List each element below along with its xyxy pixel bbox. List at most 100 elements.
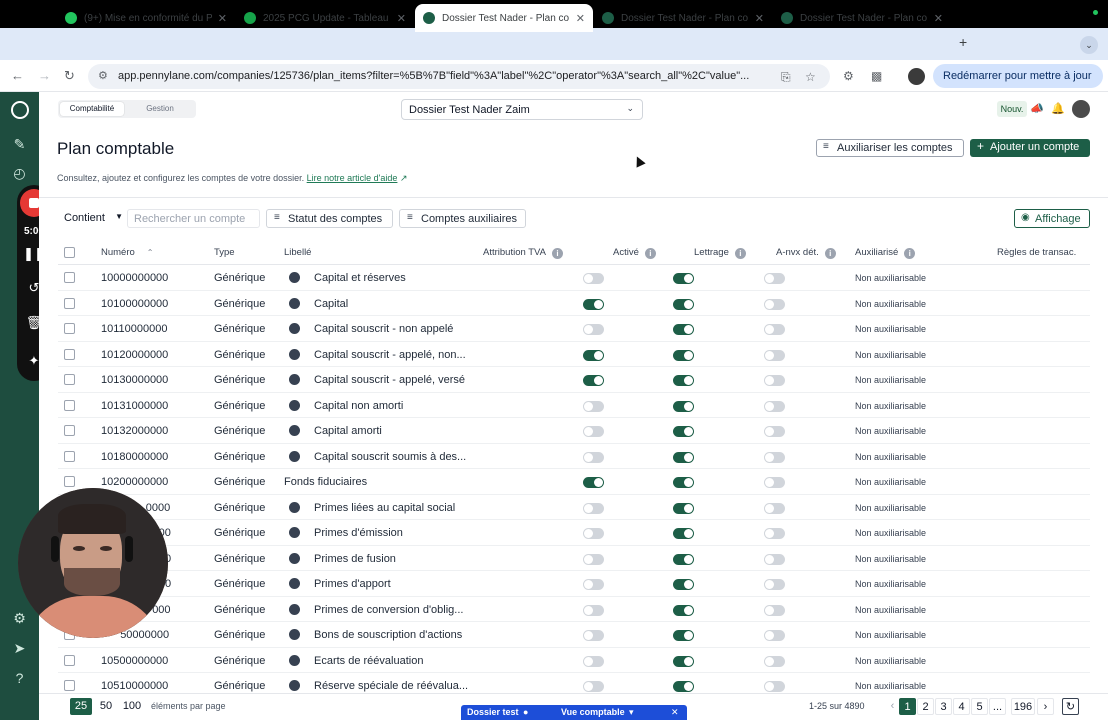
- pennylane-logo-icon[interactable]: [11, 101, 29, 119]
- lettrage-toggle[interactable]: [673, 349, 694, 361]
- page-button[interactable]: 2: [917, 698, 934, 715]
- install-app-icon[interactable]: ⎘: [781, 70, 791, 85]
- active-toggle[interactable]: [583, 375, 604, 386]
- account-status-filter[interactable]: ≡ Statut des comptes: [266, 209, 393, 228]
- clock-icon[interactable]: ◴: [0, 165, 39, 182]
- page-button[interactable]: 4: [953, 698, 970, 715]
- browser-tab[interactable]: (9+) Mise en conformité du P ✕: [57, 4, 235, 32]
- lettrage-toggle[interactable]: [673, 528, 694, 539]
- lettrage-toggle[interactable]: [673, 477, 694, 488]
- bell-icon[interactable]: 🔔: [1051, 102, 1065, 115]
- refresh-icon[interactable]: ↻: [1062, 698, 1079, 715]
- lettrage-toggle[interactable]: [673, 579, 694, 590]
- reload-icon[interactable]: ↻: [64, 68, 75, 84]
- close-icon[interactable]: ✕: [671, 707, 679, 718]
- info-icon[interactable]: i: [644, 248, 656, 259]
- rocket-icon[interactable]: ➤: [0, 640, 39, 657]
- puzzle-icon[interactable]: ▩: [871, 69, 882, 83]
- info-icon[interactable]: i: [824, 248, 836, 259]
- table-row[interactable]: 50000000GénériqueBons de souscription d'…: [58, 622, 1090, 648]
- row-checkbox[interactable]: [64, 450, 75, 462]
- page-size-option[interactable]: 100: [119, 698, 145, 715]
- lettrage-toggle[interactable]: [673, 324, 694, 335]
- active-toggle[interactable]: [583, 273, 604, 284]
- lettrage-toggle[interactable]: [673, 451, 694, 463]
- help-icon[interactable]: ?: [0, 670, 39, 686]
- search-input[interactable]: Rechercher un compte: [127, 209, 260, 228]
- anvx-toggle[interactable]: [764, 324, 785, 335]
- anvx-toggle[interactable]: [764, 681, 785, 692]
- row-checkbox[interactable]: [64, 425, 75, 436]
- table-row[interactable]: 0000GénériquePrimes liées au capital soc…: [58, 495, 1090, 520]
- lettrage-toggle[interactable]: [673, 655, 694, 667]
- dossier-selector[interactable]: Dossier Test Nader Zaim ⌄: [401, 99, 643, 120]
- tab-gestion[interactable]: Gestion: [138, 102, 182, 116]
- lettrage-toggle[interactable]: [673, 553, 694, 565]
- auxiliary-accounts-filter[interactable]: ≡ Comptes auxiliaires: [399, 209, 526, 228]
- row-checkbox[interactable]: [64, 476, 75, 487]
- new-features-badge[interactable]: Nouv.: [997, 101, 1027, 117]
- back-arrow-icon[interactable]: ←: [11, 68, 24, 83]
- lettrage-toggle[interactable]: [673, 604, 694, 616]
- anvx-toggle[interactable]: [764, 477, 785, 488]
- bookmark-star-icon[interactable]: ☆: [805, 70, 816, 84]
- active-toggle[interactable]: [583, 604, 604, 616]
- close-tab-icon[interactable]: ✕: [218, 12, 227, 25]
- active-toggle[interactable]: [583, 477, 604, 488]
- page-button[interactable]: 1: [899, 698, 916, 715]
- close-tab-icon[interactable]: ✕: [576, 12, 585, 25]
- forward-arrow-icon[interactable]: →: [38, 68, 51, 83]
- row-checkbox[interactable]: [64, 374, 75, 385]
- anvx-toggle[interactable]: [764, 579, 785, 590]
- active-toggle[interactable]: [583, 349, 604, 361]
- active-toggle[interactable]: [583, 451, 604, 463]
- browser-tab[interactable]: Dossier Test Nader - Plan co ✕: [773, 4, 951, 32]
- browser-tab[interactable]: 2025 PCG Update - Tableau d ✕: [236, 4, 414, 32]
- active-toggle[interactable]: [583, 502, 604, 514]
- browser-tab[interactable]: Dossier Test Nader - Plan co ✕: [415, 4, 593, 32]
- page-button[interactable]: 3: [935, 698, 952, 715]
- active-toggle[interactable]: [583, 655, 604, 667]
- active-toggle[interactable]: [583, 426, 604, 437]
- table-row[interactable]: 10131000000 Générique Capital non amorti No…: [58, 393, 1090, 418]
- page-button[interactable]: ...: [989, 698, 1006, 715]
- megaphone-icon[interactable]: 📣: [1030, 102, 1044, 115]
- close-tab-icon[interactable]: ✕: [934, 12, 943, 25]
- table-row[interactable]: 000GénériquePrimes de conversion d'oblig…: [58, 597, 1090, 622]
- table-row[interactable]: 00GénériquePrimes d'émissionNon auxiliar…: [58, 520, 1090, 546]
- table-row[interactable]: 10100000000 Générique Capital Non auxiliari…: [58, 291, 1090, 316]
- row-checkbox[interactable]: [64, 323, 75, 334]
- table-row[interactable]: 10132000000 Générique Capital amorti Non au…: [58, 418, 1090, 444]
- active-toggle[interactable]: [583, 528, 604, 539]
- filter-operator-select[interactable]: Contient ▼: [58, 209, 127, 227]
- profile-avatar[interactable]: [908, 68, 925, 85]
- table-row[interactable]: 10500000000 Générique Ecarts de réévaluati…: [58, 648, 1090, 673]
- anvx-toggle[interactable]: [764, 655, 785, 667]
- lettrage-toggle[interactable]: [673, 426, 694, 437]
- lettrage-toggle[interactable]: [673, 273, 694, 284]
- anvx-toggle[interactable]: [764, 528, 785, 539]
- row-checkbox[interactable]: [64, 348, 75, 360]
- table-row[interactable]: 10200000000 Générique Fonds fiduciaires Non…: [58, 469, 1090, 495]
- page-size-option[interactable]: 50: [95, 698, 117, 715]
- display-options-button[interactable]: ◉ Affichage: [1014, 209, 1090, 228]
- auxiliarize-accounts-button[interactable]: ≡ Auxiliariser les comptes: [816, 139, 964, 157]
- lettrage-toggle[interactable]: [673, 400, 694, 412]
- site-settings-icon[interactable]: ⚙: [98, 69, 108, 82]
- row-checkbox[interactable]: [64, 680, 75, 691]
- anvx-toggle[interactable]: [764, 451, 785, 463]
- user-avatar[interactable]: [1072, 100, 1090, 118]
- external-link-icon[interactable]: ↗: [400, 173, 408, 183]
- page-button[interactable]: 5: [971, 698, 988, 715]
- active-toggle[interactable]: [583, 630, 604, 641]
- column-numero[interactable]: Numéro ⌃: [101, 247, 154, 258]
- table-row[interactable]: 10180000000 Générique Capital souscrit sou…: [58, 444, 1090, 469]
- page-button[interactable]: 196: [1011, 698, 1035, 715]
- active-toggle[interactable]: [583, 681, 604, 692]
- next-page-icon[interactable]: ›: [1037, 698, 1054, 715]
- table-row[interactable]: 10130000000 Générique Capital souscrit - a…: [58, 367, 1090, 393]
- anvx-toggle[interactable]: [764, 273, 785, 284]
- page-size-option[interactable]: 25: [70, 698, 92, 715]
- anvx-toggle[interactable]: [764, 375, 785, 386]
- anvx-toggle[interactable]: [764, 400, 785, 412]
